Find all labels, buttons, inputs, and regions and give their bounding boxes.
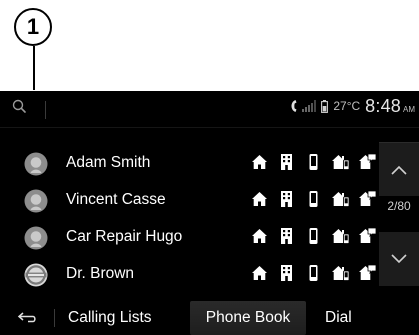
- home-icon: [250, 263, 269, 283]
- tab-dial[interactable]: Dial: [325, 301, 352, 335]
- scroll-up-button[interactable]: [379, 142, 419, 196]
- contact-name: Adam Smith: [66, 154, 151, 171]
- contact-list: Adam Smith Vincent Casse Car Repair Hugo…: [0, 145, 377, 293]
- tab-dial-label: Dial: [325, 309, 352, 326]
- home-icon: [250, 226, 269, 246]
- search-divider: [45, 101, 46, 119]
- tab-phone-book[interactable]: Phone Book: [190, 301, 306, 335]
- office-building-icon: [277, 263, 296, 283]
- callout-number: 1: [26, 14, 40, 39]
- status-bar: 27°C 8:48 AM: [290, 91, 415, 121]
- nissan-logo-avatar: [24, 263, 48, 287]
- scroll-down-button[interactable]: [379, 232, 419, 286]
- phone-connected-icon: [291, 100, 297, 112]
- office-building-icon: [277, 152, 296, 172]
- temperature-readout: 27°C: [333, 99, 361, 113]
- contact-number-icons: [250, 189, 377, 209]
- mobile-phone-icon: [304, 226, 323, 246]
- phone-book-screen: 27°C 8:48 AM Adam Smith Vincent Casse Ca…: [0, 91, 419, 335]
- contact-row[interactable]: Adam Smith: [0, 145, 377, 182]
- callout-number-badge: 1: [14, 8, 52, 46]
- battery-icon: [321, 99, 329, 113]
- other-phone-icon: [358, 152, 377, 172]
- signal-strength-icon: [302, 100, 317, 112]
- person-avatar-icon: [24, 189, 48, 213]
- contact-number-icons: [250, 226, 377, 246]
- tab-calling-lists[interactable]: Calling Lists: [68, 301, 152, 335]
- work-phone-icon: [331, 226, 350, 246]
- callout-pointer-line: [33, 46, 35, 90]
- contact-number-icons: [250, 263, 377, 283]
- other-phone-icon: [358, 189, 377, 209]
- search-icon[interactable]: [10, 97, 30, 117]
- home-icon: [250, 189, 269, 209]
- person-avatar-icon: [24, 226, 48, 250]
- top-bar: 27°C 8:48 AM: [0, 91, 419, 127]
- contact-number-icons: [250, 152, 377, 172]
- office-building-icon: [277, 226, 296, 246]
- chevron-up-icon: [391, 165, 407, 175]
- person-avatar-icon: [24, 152, 48, 176]
- clock-time: 8:48: [365, 95, 401, 116]
- tab-divider: [54, 309, 55, 327]
- work-phone-icon: [331, 152, 350, 172]
- contact-row[interactable]: Car Repair Hugo: [0, 219, 377, 256]
- top-bar-divider: [0, 127, 419, 128]
- contact-name: Dr. Brown: [66, 265, 135, 282]
- other-phone-icon: [358, 263, 377, 283]
- chevron-down-icon: [391, 254, 407, 264]
- contact-name: Vincent Casse: [66, 191, 166, 208]
- mobile-phone-icon: [304, 152, 323, 172]
- work-phone-icon: [331, 263, 350, 283]
- mobile-phone-icon: [304, 189, 323, 209]
- contact-row[interactable]: Vincent Casse: [0, 182, 377, 219]
- other-phone-icon: [358, 226, 377, 246]
- clock-ampm: AM: [403, 105, 415, 114]
- back-arrow-icon[interactable]: [14, 307, 42, 329]
- tab-phone-book-label: Phone Book: [205, 309, 291, 326]
- office-building-icon: [277, 189, 296, 209]
- contact-name: Car Repair Hugo: [66, 228, 183, 245]
- home-icon: [250, 152, 269, 172]
- tab-calling-lists-label: Calling Lists: [68, 309, 152, 326]
- mobile-phone-icon: [304, 263, 323, 283]
- page-indicator: 2/80: [387, 199, 411, 213]
- list-pager: 2/80: [379, 138, 419, 295]
- work-phone-icon: [331, 189, 350, 209]
- bottom-tab-bar: Calling Lists Phone Book Dial: [0, 301, 419, 335]
- contact-row[interactable]: Dr. Brown: [0, 256, 377, 293]
